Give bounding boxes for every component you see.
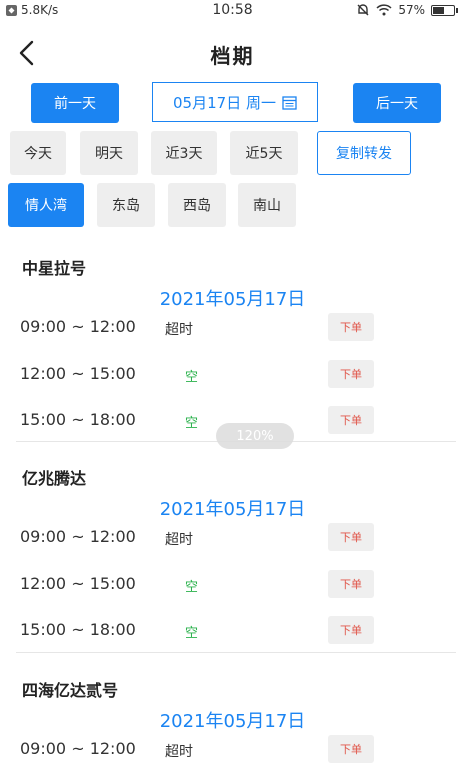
battery-percent: 57% [398,3,425,17]
calendar-icon [282,95,297,110]
section-date: 2021年05月17日 [159,289,306,310]
slot-row: 12:00 ~ 15:00 空 下单 [0,360,465,390]
order-button[interactable]: 下单 [328,616,374,644]
location-chip-nanshan[interactable]: 南山 [238,183,296,227]
order-button[interactable]: 下单 [328,406,374,434]
status-bar: 5.8K/s 10:58 57% [0,0,465,22]
slot-time: 09:00 ~ 12:00 [20,739,136,758]
order-button[interactable]: 下单 [328,313,374,341]
divider [16,652,456,653]
slot-status: 空 [185,416,199,431]
location-chip-dongdao[interactable]: 东岛 [97,183,155,227]
prev-day-button[interactable]: 前一天 [31,83,119,123]
slot-row: 09:00 ~ 12:00 超时 下单 [0,313,465,343]
next-day-button[interactable]: 后一天 [353,83,441,123]
location-chip-xidao[interactable]: 西岛 [168,183,226,227]
slot-time: 15:00 ~ 18:00 [20,410,136,429]
slot-time: 09:00 ~ 12:00 [20,317,136,336]
slot-time: 12:00 ~ 15:00 [20,364,136,383]
chip-next-3-days[interactable]: 近3天 [151,131,217,175]
chip-tomorrow[interactable]: 明天 [80,131,138,175]
mute-bell-icon [357,4,369,16]
slot-status: 空 [185,626,199,641]
nav-bar: 档期 [0,28,465,78]
status-right: 57% [356,3,458,17]
slot-row: 09:00 ~ 12:00 超时 下单 [0,523,465,553]
order-button[interactable]: 下单 [328,360,374,388]
order-button[interactable]: 下单 [328,570,374,598]
slot-status: 超时 [165,322,193,338]
slot-time: 15:00 ~ 18:00 [20,620,136,639]
slot-status: 超时 [165,532,193,548]
order-button[interactable]: 下单 [328,523,374,551]
section-title: 亿兆腾达 [22,469,87,488]
wifi-icon [376,4,392,16]
slot-time: 09:00 ~ 12:00 [20,527,136,546]
slot-row: 15:00 ~ 18:00 空 下单 [0,616,465,646]
section-date: 2021年05月17日 [159,499,306,520]
page-title: 档期 [210,44,255,68]
battery-fill [433,6,444,14]
copy-forward-button[interactable]: 复制转发 [317,131,411,175]
section-title: 四海亿达贰号 [22,681,119,700]
slot-row: 09:00 ~ 12:00 超时 下单 [0,735,465,765]
slot-status: 空 [185,370,199,385]
order-button[interactable]: 下单 [328,735,374,763]
section-date: 2021年05月17日 [159,711,306,732]
slot-time: 12:00 ~ 15:00 [20,574,136,593]
date-picker[interactable]: 05月17日 周一 [152,82,318,122]
chip-today[interactable]: 今天 [10,131,66,175]
battery-icon [431,4,458,16]
zoom-level-badge: 120% [216,423,294,449]
location-chip-qingrenwan[interactable]: 情人湾 [8,183,84,227]
section-title: 中星拉号 [22,259,87,278]
slot-status: 超时 [165,744,193,760]
slot-row: 12:00 ~ 15:00 空 下单 [0,570,465,600]
slot-status: 空 [185,580,199,595]
chip-next-5-days[interactable]: 近5天 [230,131,298,175]
date-label: 05月17日 周一 [173,93,276,112]
